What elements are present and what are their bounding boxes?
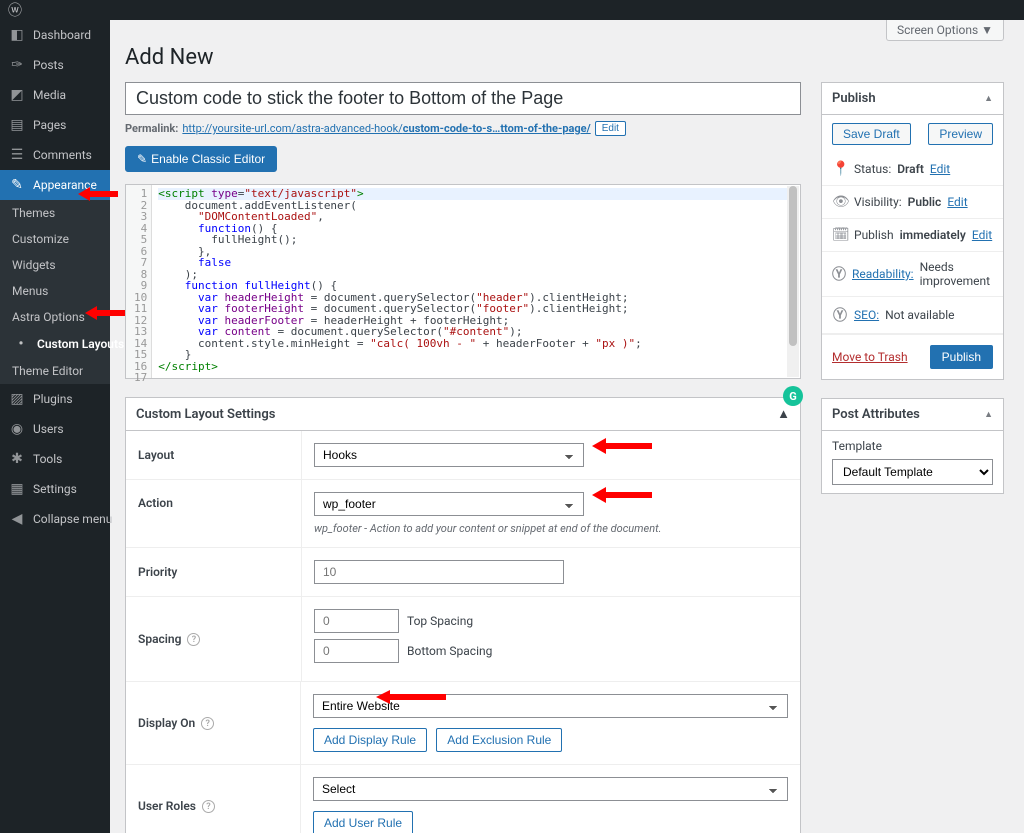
action-hint: wp_footer - Action to add your content o…: [314, 522, 788, 535]
code-gutter: 1234567891011121314151617: [126, 185, 152, 378]
menu-icon: ✎: [8, 177, 26, 193]
sidebar-item-media[interactable]: ◩Media: [0, 80, 110, 110]
add-exclusion-rule-button[interactable]: Add Exclusion Rule: [436, 728, 562, 752]
post-attributes-box: Post Attributes▲ Template Default Templa…: [821, 398, 1004, 494]
custom-layout-settings-box: G Custom Layout Settings▲ Layout Hooks A…: [125, 397, 801, 833]
seo-link[interactable]: SEO:: [854, 308, 879, 322]
edit-status-link[interactable]: Edit: [930, 162, 950, 176]
sidebar-item-users[interactable]: ◉Users: [0, 414, 110, 444]
submenu-item-astra-options[interactable]: Astra Options: [0, 304, 110, 330]
user-roles-select[interactable]: Select: [313, 777, 788, 801]
user-roles-label: User Roles?: [126, 765, 300, 833]
menu-icon: ✑: [8, 57, 26, 73]
caret-up-icon: ▲: [984, 409, 993, 420]
submenu-item-customize[interactable]: Customize: [0, 226, 110, 252]
yoast-readability-icon: Ⓨ: [832, 264, 846, 284]
caret-up-icon: ▲: [777, 406, 790, 422]
menu-icon: ◩: [8, 87, 26, 103]
help-icon[interactable]: ?: [201, 717, 214, 730]
permalink-label: Permalink:: [125, 122, 178, 135]
sidebar-item-comments[interactable]: ☰Comments: [0, 140, 110, 170]
submenu-item-custom-layouts[interactable]: •Custom Layouts: [0, 330, 110, 358]
screen-options-button[interactable]: Screen Options ▼: [886, 20, 1004, 41]
enable-classic-editor-button[interactable]: ✎Enable Classic Editor: [125, 146, 277, 172]
menu-icon: ✱: [8, 451, 26, 467]
grammarly-badge-icon[interactable]: G: [783, 386, 803, 406]
content-area: Screen Options ▼ Add New Permalink: http…: [110, 20, 1024, 833]
sidebar-item-dashboard[interactable]: ◧Dashboard: [0, 20, 110, 50]
add-display-rule-button[interactable]: Add Display Rule: [313, 728, 427, 752]
display-on-label: Display On?: [126, 682, 300, 764]
help-icon[interactable]: ?: [202, 800, 215, 813]
save-draft-button[interactable]: Save Draft: [832, 123, 911, 145]
menu-icon: ◀: [8, 511, 26, 527]
edit-visibility-link[interactable]: Edit: [947, 195, 967, 209]
publish-button[interactable]: Publish: [930, 345, 993, 369]
template-select[interactable]: Default Template: [832, 459, 993, 485]
eye-icon: 👁: [832, 194, 848, 210]
sidebar-item-plugins[interactable]: ▨Plugins: [0, 384, 110, 414]
template-label: Template: [832, 439, 993, 453]
add-user-rule-button[interactable]: Add User Rule: [313, 811, 413, 833]
priority-input[interactable]: [314, 560, 564, 584]
code-lines[interactable]: <script type="text/javascript"> document…: [152, 185, 800, 378]
calendar-icon: 🗓: [832, 227, 848, 243]
permalink-link[interactable]: http://yoursite-url.com/astra-advanced-h…: [182, 122, 590, 135]
permalink-row: Permalink: http://yoursite-url.com/astra…: [125, 121, 801, 136]
yoast-seo-icon: Ⓨ: [832, 305, 848, 325]
pencil-icon: ✎: [137, 152, 147, 166]
publish-box-header[interactable]: Publish▲: [822, 83, 1003, 115]
help-icon[interactable]: ?: [187, 633, 200, 646]
sidebar-item-collapse-menu[interactable]: ◀Collapse menu: [0, 504, 110, 534]
wp-logo-icon[interactable]: ⓦ: [8, 0, 22, 20]
sidebar-item-settings[interactable]: ▦Settings: [0, 474, 110, 504]
top-spacing-input[interactable]: [314, 609, 399, 633]
layout-label: Layout: [126, 431, 301, 479]
menu-icon: ▦: [8, 481, 26, 497]
edit-schedule-link[interactable]: Edit: [972, 228, 992, 242]
custom-layout-settings-header[interactable]: Custom Layout Settings▲: [126, 398, 800, 431]
menu-icon: ◧: [8, 27, 26, 43]
post-attributes-header[interactable]: Post Attributes▲: [822, 399, 1003, 431]
annotation-arrow: [592, 486, 652, 504]
permalink-edit-button[interactable]: Edit: [595, 121, 626, 136]
menu-icon: ◉: [8, 421, 26, 437]
admin-sidebar: ◧Dashboard✑Posts◩Media▤Pages☰Comments✎Ap…: [0, 20, 110, 833]
spacing-label: Spacing?: [126, 597, 301, 681]
priority-label: Priority: [126, 548, 301, 596]
page-title: Add New: [125, 45, 1004, 70]
caret-up-icon: ▲: [984, 93, 993, 104]
move-to-trash-link[interactable]: Move to Trash: [832, 350, 908, 364]
submenu-item-menus[interactable]: Menus: [0, 278, 110, 304]
sidebar-item-tools[interactable]: ✱Tools: [0, 444, 110, 474]
publish-box: Publish▲ Save Draft Preview 📍Status: Dra…: [821, 82, 1004, 380]
bottom-spacing-label: Bottom Spacing: [407, 644, 492, 658]
bottom-spacing-input[interactable]: [314, 639, 399, 663]
menu-icon: ☰: [8, 147, 26, 163]
pin-icon: 📍: [832, 161, 848, 177]
bullet-icon: •: [12, 336, 30, 352]
submenu-item-widgets[interactable]: Widgets: [0, 252, 110, 278]
admin-bar: ⓦ: [0, 0, 1024, 20]
submenu-item-themes[interactable]: Themes: [0, 200, 110, 226]
menu-icon: ▨: [8, 391, 26, 407]
preview-button[interactable]: Preview: [928, 123, 993, 145]
action-label: Action: [126, 480, 301, 547]
action-select[interactable]: wp_footer: [314, 492, 584, 516]
sidebar-item-posts[interactable]: ✑Posts: [0, 50, 110, 80]
annotation-arrow: [592, 437, 652, 455]
readability-link[interactable]: Readability:: [852, 267, 914, 281]
sidebar-item-pages[interactable]: ▤Pages: [0, 110, 110, 140]
code-editor[interactable]: 1234567891011121314151617 <script type="…: [125, 184, 801, 379]
layout-select[interactable]: Hooks: [314, 443, 584, 467]
menu-icon: ▤: [8, 117, 26, 133]
submenu-item-theme-editor[interactable]: Theme Editor: [0, 358, 110, 384]
scrollbar[interactable]: [787, 186, 799, 377]
post-title-input[interactable]: [125, 82, 801, 115]
sidebar-item-appearance[interactable]: ✎Appearance: [0, 170, 110, 200]
display-on-select[interactable]: Entire Website: [313, 694, 788, 718]
top-spacing-label: Top Spacing: [407, 614, 473, 628]
